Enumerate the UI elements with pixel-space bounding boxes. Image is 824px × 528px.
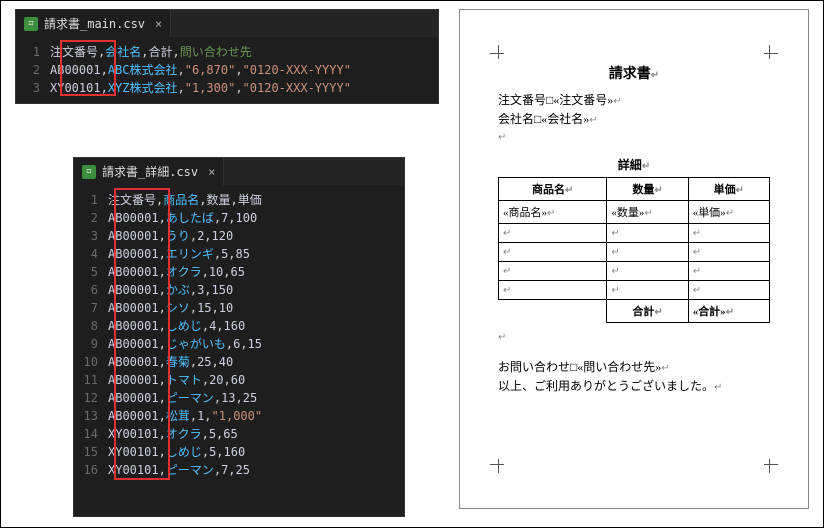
crop-mark-icon <box>758 45 778 65</box>
table-row: ↵↵↵ <box>499 281 770 300</box>
editor-detail-csv: ⌗ 請求書_詳細.csv × 1注文番号,商品名,数量,単価2AB00001,あ… <box>73 157 405 517</box>
code-line: 2AB00001,ABC株式会社,"6,870","0120-XXX-YYYY" <box>16 61 438 79</box>
table-row: ↵↵↵ <box>499 224 770 243</box>
code-line: 11AB00001,トマト,20,60 <box>74 371 404 389</box>
total-row: 合計↵ «合計»↵ <box>499 300 770 323</box>
code-line: 15XY00101,しめじ,5,160 <box>74 443 404 461</box>
code-line: 8AB00001,しめじ,4,160 <box>74 317 404 335</box>
code-line: 4AB00001,エリンギ,5,85 <box>74 245 404 263</box>
table-row: ↵↵↵ <box>499 262 770 281</box>
tab-label: 請求書_詳細.csv <box>102 163 198 180</box>
detail-heading: 詳細↵ <box>498 156 770 173</box>
crop-mark-icon <box>490 453 510 473</box>
code-line: 12AB00001,ピーマン,13,25 <box>74 389 404 407</box>
code-line: 14XY00101,オクラ,5,65 <box>74 425 404 443</box>
code-line: 1注文番号,商品名,数量,単価 <box>74 191 404 209</box>
code-line: 10AB00001,春菊,25,40 <box>74 353 404 371</box>
code-line: 1注文番号,会社名,合計,問い合わせ先 <box>16 43 438 61</box>
editor-main-csv: ⌗ 請求書_main.csv × 1注文番号,会社名,合計,問い合わせ先2AB0… <box>15 9 439 104</box>
document-preview: 請求書↵ 注文番号□«注文番号»↵ 会社名□«会社名»↵ ↵ 詳細↵ 商品名↵ … <box>459 9 809 509</box>
detail-table: 商品名↵ 数量↵ 単価↵ «商品名»↵ «数量»↵ «単価»↵ ↵↵↵ ↵↵↵ … <box>498 177 770 323</box>
code-line: 9AB00001,じゃがいも,6,15 <box>74 335 404 353</box>
file-icon: ⌗ <box>82 165 96 179</box>
tab-bar: ⌗ 請求書_main.csv × <box>16 10 438 37</box>
code-line: 6AB00001,かぶ,3,150 <box>74 281 404 299</box>
table-row: «商品名»↵ «数量»↵ «単価»↵ <box>499 201 770 224</box>
order-line: 注文番号□«注文番号»↵ <box>498 91 770 108</box>
doc-title: 請求書↵ <box>498 63 770 83</box>
tab-main-csv[interactable]: ⌗ 請求書_main.csv × <box>16 10 171 37</box>
close-icon[interactable]: × <box>208 165 215 179</box>
tab-detail-csv[interactable]: ⌗ 請求書_詳細.csv × <box>74 158 224 185</box>
crop-mark-icon <box>490 45 510 65</box>
document-page: 請求書↵ 注文番号□«注文番号»↵ 会社名□«会社名»↵ ↵ 詳細↵ 商品名↵ … <box>484 39 784 479</box>
code-line: 7AB00001,シソ,15,10 <box>74 299 404 317</box>
code-line: 5AB00001,オクラ,10,65 <box>74 263 404 281</box>
table-row: ↵↵↵ <box>499 243 770 262</box>
code-area-detail[interactable]: 1注文番号,商品名,数量,単価2AB00001,あしたば,7,1003AB000… <box>74 185 404 485</box>
code-line: 16XY00101,ピーマン,7,25 <box>74 461 404 479</box>
close-icon[interactable]: × <box>155 17 162 31</box>
file-icon: ⌗ <box>24 17 38 31</box>
code-line: 3XY00101,XYZ株式会社,"1,300","0120-XXX-YYYY" <box>16 79 438 97</box>
code-line: 2AB00001,あしたば,7,100 <box>74 209 404 227</box>
code-area-main[interactable]: 1注文番号,会社名,合計,問い合わせ先2AB00001,ABC株式会社,"6,8… <box>16 37 438 103</box>
doc-footer: お問い合わせ□«問い合わせ先»↵ 以上、ご利用ありがとうございました。↵ <box>498 358 770 396</box>
tab-label: 請求書_main.csv <box>44 15 145 32</box>
crop-mark-icon <box>758 453 778 473</box>
code-line: 3AB00001,うり,2,120 <box>74 227 404 245</box>
code-line: 13AB00001,松茸,1,"1,000" <box>74 407 404 425</box>
table-header-row: 商品名↵ 数量↵ 単価↵ <box>499 178 770 201</box>
tab-bar: ⌗ 請求書_詳細.csv × <box>74 158 404 185</box>
company-line: 会社名□«会社名»↵ <box>498 110 770 127</box>
